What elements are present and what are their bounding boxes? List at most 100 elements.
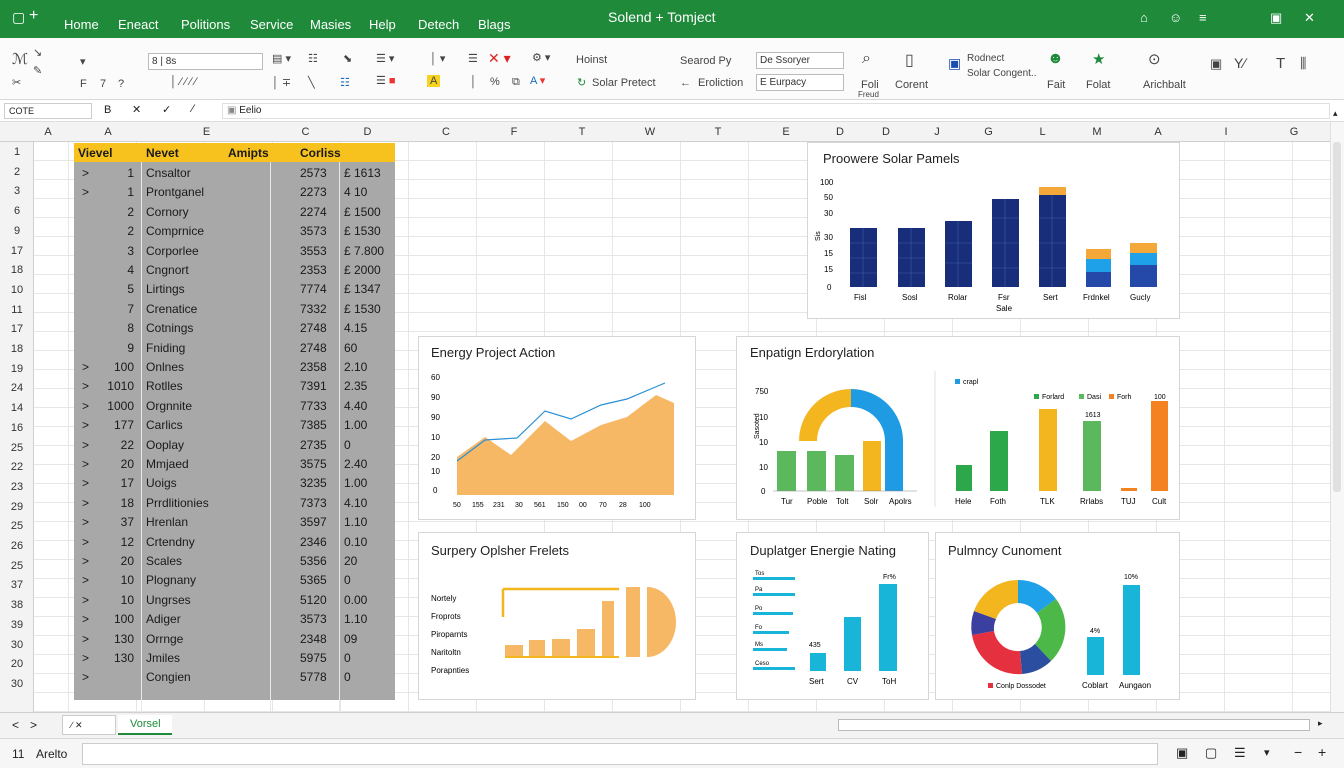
row-header[interactable]: 1 — [0, 146, 34, 158]
row-header[interactable]: 30 — [0, 639, 34, 651]
table-row[interactable]: >1 Prontganel 2273 4 10 — [74, 184, 395, 202]
spreadsheet-grid[interactable]: AAECDCFTWTEDDJGLMAIG 1 2 3 6 9 17 18 10 11 17 18 19… — [0, 122, 1330, 712]
table-row[interactable]: 8 Cotnings 2748 4.15 — [74, 320, 395, 338]
tab-help[interactable]: Help — [369, 17, 396, 32]
row-header[interactable]: 20 — [0, 658, 34, 670]
column-header[interactable]: A — [1124, 126, 1192, 138]
row-expand-icon[interactable]: > — [82, 399, 89, 413]
column-header[interactable]: M — [1070, 126, 1124, 138]
row-header[interactable]: 9 — [0, 225, 34, 237]
pipe-icon[interactable]: │ ▾ — [430, 52, 445, 65]
filter-icon[interactable]: Y∕ — [1234, 55, 1246, 71]
page-view-icon[interactable]: ▢ — [1205, 745, 1217, 761]
row-header[interactable]: 14 — [0, 402, 34, 414]
table-row[interactable]: >20 Mmjaed 3575 2.40 — [74, 456, 395, 474]
list-icon[interactable]: ☰ ▾ — [376, 52, 394, 65]
merge-icon[interactable]: │ ∓ — [272, 76, 291, 89]
copy-icon[interactable]: ⧉ — [512, 76, 520, 89]
column-header[interactable]: G — [962, 126, 1015, 138]
formula-input[interactable]: ▣ Eelio — [222, 103, 1330, 119]
column-header[interactable]: T — [684, 126, 752, 138]
arrow-icon[interactable]: ← — [680, 77, 691, 89]
zoom-out-icon[interactable]: − — [1294, 744, 1302, 760]
table-row[interactable]: >12 Crtendny 2346 0.10 — [74, 534, 395, 552]
column-header[interactable]: W — [616, 126, 684, 138]
tab-masies[interactable]: Masies — [310, 17, 351, 32]
table-row[interactable]: >20 Scales 5356 20 — [74, 553, 395, 571]
column-header[interactable]: F — [480, 126, 548, 138]
scroll-up-icon[interactable]: ▴ — [1333, 108, 1338, 119]
column-header[interactable]: A — [74, 126, 142, 138]
archbalt-button[interactable]: Arichbalt — [1143, 79, 1186, 91]
row-header[interactable]: 29 — [0, 501, 34, 513]
header-costs[interactable]: Corliss — [300, 146, 341, 160]
chart-pulmency[interactable]: Pulmncy Cunoment 10% 4% Conlp Dossodet C… — [935, 532, 1180, 700]
row-header[interactable]: 22 — [0, 461, 34, 473]
row-expand-icon[interactable]: > — [82, 476, 89, 490]
row-header[interactable]: 17 — [0, 323, 34, 335]
row-header[interactable]: 30 — [0, 678, 34, 690]
dropdown-european[interactable]: E Eurpacy — [756, 74, 844, 91]
status-input[interactable] — [82, 743, 1158, 765]
table-row[interactable]: >1 Cnsaltor 2573 £ 1613 — [74, 165, 395, 183]
row-expand-icon[interactable]: > — [82, 632, 89, 646]
header-level[interactable]: Vievel — [78, 146, 112, 160]
row-expand-icon[interactable]: > — [82, 166, 89, 180]
header-name[interactable]: Nevet — [146, 146, 179, 160]
table-row[interactable]: 4 Cngnort 2353 £ 2000 — [74, 262, 395, 280]
row-expand-icon[interactable]: > — [82, 360, 89, 374]
zoom-dropdown-icon[interactable]: ▾ — [1264, 746, 1270, 759]
paste-icon[interactable]: ℳ — [12, 50, 28, 68]
confirm-icon[interactable]: ✓ — [162, 103, 171, 116]
row-header[interactable]: 11 — [0, 304, 34, 316]
home-icon[interactable]: ⌂ — [1140, 10, 1148, 25]
row-header[interactable]: 2 — [0, 166, 34, 178]
row-expand-icon[interactable]: > — [82, 554, 89, 568]
column-header[interactable]: T — [548, 126, 616, 138]
product-sub[interactable]: Solar Congent.. — [967, 68, 1037, 79]
border-icon[interactable]: ▤ ▾ — [272, 52, 291, 65]
zoom-in-icon[interactable]: + — [1318, 744, 1326, 760]
add-sheet-button[interactable]: ∕ ✕ — [62, 715, 116, 735]
row-header[interactable]: 37 — [0, 579, 34, 591]
column-header[interactable]: D — [860, 126, 912, 138]
table-row[interactable]: >100 Onlnes 2358 2.10 — [74, 359, 395, 377]
list-bullet-icon[interactable]: ☰ — [468, 52, 478, 65]
row-expand-icon[interactable]: > — [82, 185, 89, 199]
row-expand-icon[interactable]: > — [82, 379, 89, 393]
row-header[interactable]: 6 — [0, 205, 34, 217]
table-row[interactable]: 2 Cornory 2274 £ 1500 — [74, 204, 395, 222]
scroll-thumb[interactable] — [1333, 142, 1341, 492]
product-icon[interactable]: ▣ — [948, 55, 961, 72]
row-expand-icon[interactable]: > — [82, 515, 89, 529]
next-sheet-button[interactable]: > — [30, 718, 37, 732]
italic-label[interactable]: 7 — [100, 78, 106, 90]
table-row[interactable]: 7 Crenatice 7332 £ 1530 — [74, 301, 395, 319]
row-header[interactable]: 25 — [0, 520, 34, 532]
tab-home[interactable]: Home — [64, 17, 99, 32]
close-icon[interactable]: ✕ — [1304, 10, 1315, 26]
corrent-button[interactable]: Corent — [895, 79, 928, 91]
font-color-icon[interactable]: A ▾ — [530, 74, 545, 87]
table-row[interactable]: >130 Jmiles 5975 0 — [74, 650, 395, 668]
column-header[interactable]: J — [912, 126, 962, 138]
chart-solar-panels[interactable]: Proowere Solar Pamels 100 50 30 30 15 15… — [807, 142, 1180, 319]
dropdown-sorter[interactable]: De Ssoryer — [756, 52, 844, 69]
row-header[interactable]: 25 — [0, 442, 34, 454]
format-icon[interactable]: ↘ — [33, 46, 42, 59]
row-header[interactable]: 3 — [0, 185, 34, 197]
person-icon[interactable]: ☻ — [1047, 50, 1064, 68]
row-header[interactable]: 24 — [0, 382, 34, 394]
search-icon[interactable]: ⌕ — [862, 50, 871, 68]
row-expand-icon[interactable]: > — [82, 418, 89, 432]
column-header[interactable]: C — [412, 126, 480, 138]
table-row[interactable]: 2 Comprnice 3573 £ 1530 — [74, 223, 395, 241]
row-expand-icon[interactable]: > — [82, 457, 89, 471]
cursor-icon[interactable]: │ — [470, 76, 477, 88]
tab-politions[interactable]: Politions — [181, 17, 230, 32]
box-icon[interactable]: ▣ — [1210, 56, 1222, 72]
text-icon[interactable]: T — [1276, 55, 1285, 72]
header-amount[interactable]: Amipts — [228, 146, 269, 160]
table-row[interactable]: 5 Lirtings 7774 £ 1347 — [74, 281, 395, 299]
table-row[interactable]: >1000 Orgnnite 7733 4.40 — [74, 398, 395, 416]
